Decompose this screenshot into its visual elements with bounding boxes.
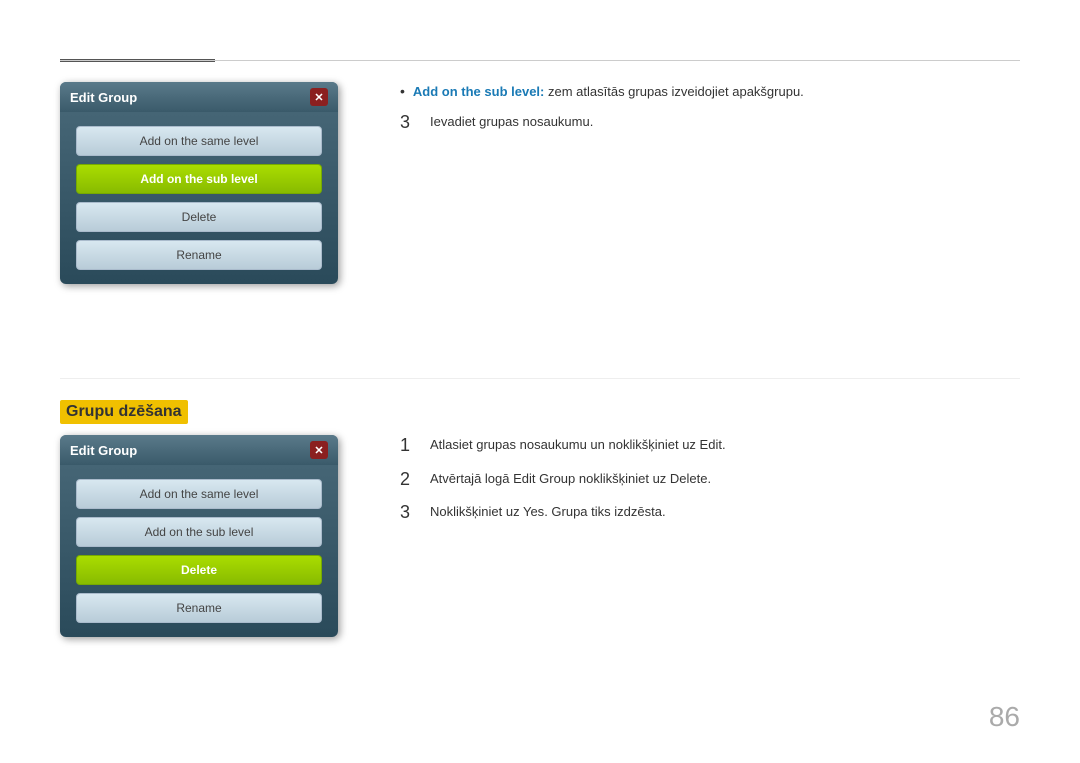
delete-button-top[interactable]: Delete — [76, 202, 322, 232]
page-number: 86 — [989, 701, 1020, 733]
dialog-close-button-top[interactable]: ✕ — [310, 88, 328, 106]
dialog-titlebar-bottom: Edit Group ✕ — [60, 435, 338, 465]
mid-rule — [60, 378, 1020, 379]
highlight-yes-3: Yes — [523, 504, 544, 519]
section-title: Grupu dzēšana — [60, 400, 188, 424]
step-text-2-bottom: Atvērtajā logā Edit Group noklikšķiniet … — [430, 469, 711, 489]
step-text-3-bottom: Noklikšķiniet uz Yes. Grupa tiks izdzēst… — [430, 502, 666, 522]
add-sub-level-button-bottom[interactable]: Add on the sub level — [76, 517, 322, 547]
add-same-level-button-bottom[interactable]: Add on the same level — [76, 479, 322, 509]
bullet-text: Add on the sub level: zem atlasītās grup… — [413, 82, 804, 102]
bullet-text-rest: zem atlasītās grupas izveidojiet apakšgr… — [544, 84, 803, 99]
instructions-top: • Add on the sub level: zem atlasītās gr… — [400, 82, 1020, 143]
step-text-3-top: Ievadiet grupas nosaukumu. — [430, 112, 593, 132]
bullet-item-top: • Add on the sub level: zem atlasītās gr… — [400, 82, 1020, 102]
add-sub-level-button-top[interactable]: Add on the sub level — [76, 164, 322, 194]
dialog-body-bottom: Add on the same level Add on the sub lev… — [60, 465, 338, 637]
bullet-dot: • — [400, 82, 405, 102]
step-3-bottom: 3 Noklikšķiniet uz Yes. Grupa tiks izdzē… — [400, 502, 1020, 524]
step-num-3-top: 3 — [400, 112, 418, 134]
edit-group-dialog-top: Edit Group ✕ Add on the same level Add o… — [60, 82, 338, 284]
rename-button-top[interactable]: Rename — [76, 240, 322, 270]
dialog-title-bottom: Edit Group — [70, 443, 137, 458]
step-text-1-bottom: Atlasiet grupas nosaukumu un noklikšķini… — [430, 435, 726, 455]
step-num-3-bottom: 3 — [400, 502, 418, 524]
step-3-top: 3 Ievadiet grupas nosaukumu. — [400, 112, 1020, 134]
rename-button-bottom[interactable]: Rename — [76, 593, 322, 623]
step-num-2-bottom: 2 — [400, 469, 418, 491]
step-1-bottom: 1 Atlasiet grupas nosaukumu un noklikšķi… — [400, 435, 1020, 457]
delete-button-bottom[interactable]: Delete — [76, 555, 322, 585]
highlight-delete-2: Delete — [670, 471, 708, 486]
highlight-add-sub: Add on the sub level: — [413, 84, 544, 99]
step-num-1-bottom: 1 — [400, 435, 418, 457]
dialog-body-top: Add on the same level Add on the sub lev… — [60, 112, 338, 284]
dialog-titlebar-top: Edit Group ✕ — [60, 82, 338, 112]
highlight-edit-group-2: Edit Group — [513, 471, 575, 486]
dialog-title-top: Edit Group — [70, 90, 137, 105]
top-rule — [60, 60, 1020, 61]
step-2-bottom: 2 Atvērtajā logā Edit Group noklikšķinie… — [400, 469, 1020, 491]
dialog-close-button-bottom[interactable]: ✕ — [310, 441, 328, 459]
add-same-level-button-top[interactable]: Add on the same level — [76, 126, 322, 156]
edit-group-dialog-bottom: Edit Group ✕ Add on the same level Add o… — [60, 435, 338, 637]
instructions-bottom: 1 Atlasiet grupas nosaukumu un noklikšķi… — [400, 435, 1020, 534]
highlight-edit-1: Edit — [700, 437, 722, 452]
